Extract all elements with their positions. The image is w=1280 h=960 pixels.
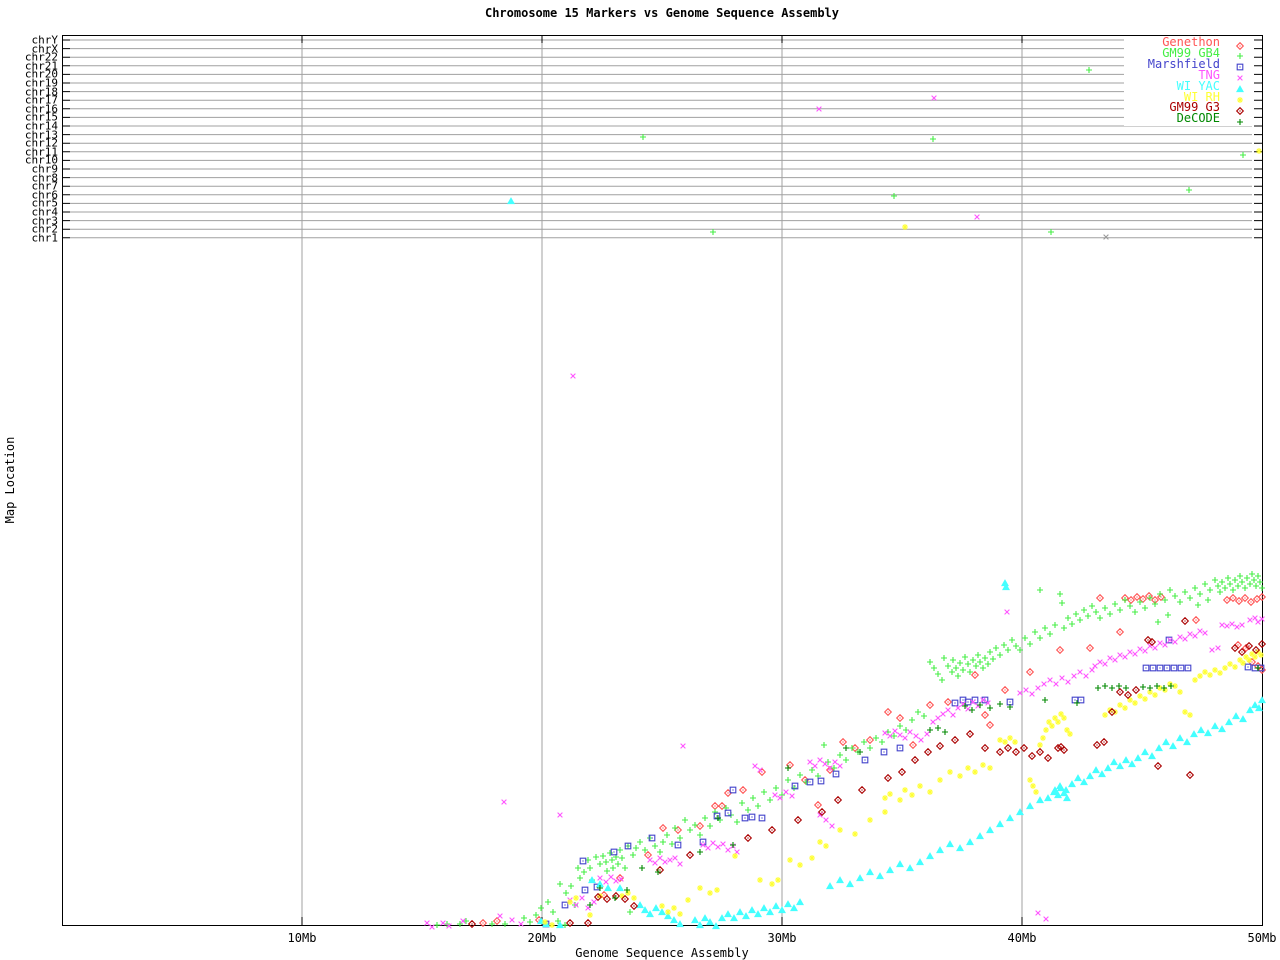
x-tick-label-40Mb: 40Mb xyxy=(1007,931,1037,945)
x-axis-title: Genome Sequence Assembly xyxy=(575,946,749,960)
series-points-tng xyxy=(424,90,1265,930)
row-label-chr1: chr1 xyxy=(31,231,59,245)
series-points-gm99-g3 xyxy=(467,616,1267,929)
x-tick-label-20Mb: 20Mb xyxy=(527,931,557,945)
scatter-plot-svg xyxy=(62,35,1267,930)
chart-canvas: Chromosome 15 Markers vs Genome Sequence… xyxy=(0,0,1280,960)
series-points-marshfield xyxy=(542,636,1265,928)
series-points-wi-rh xyxy=(542,148,1264,928)
legend-item-decode: DeCODE xyxy=(1124,111,1252,126)
legend-label: DeCODE xyxy=(1176,111,1220,126)
legend-marker-glyph xyxy=(1237,118,1243,125)
chart-title: Chromosome 15 Markers vs Genome Sequence… xyxy=(484,6,839,20)
legend: Genethon GM99 GB4 Marshfield TNG WI YAC WI RH… xyxy=(1124,36,1252,126)
x-tick-label-50Mb: 50Mb xyxy=(1247,931,1277,945)
legend-marker-plus-icon xyxy=(1220,113,1252,125)
series-points-unlabeled xyxy=(1103,234,1109,240)
x-tick-label-30Mb: 30Mb xyxy=(767,931,797,945)
chromosome-row-lines xyxy=(70,39,1252,239)
series-points-wi-yac xyxy=(507,197,1266,930)
series-points-gm99-gb4 xyxy=(434,67,1265,928)
series-points-decode xyxy=(587,665,1261,908)
y-axis-title: Map Location xyxy=(3,436,17,524)
legend-item-marshfield: Marshfield xyxy=(1124,58,1252,71)
x-tick-label-10Mb: 10Mb xyxy=(287,931,317,945)
